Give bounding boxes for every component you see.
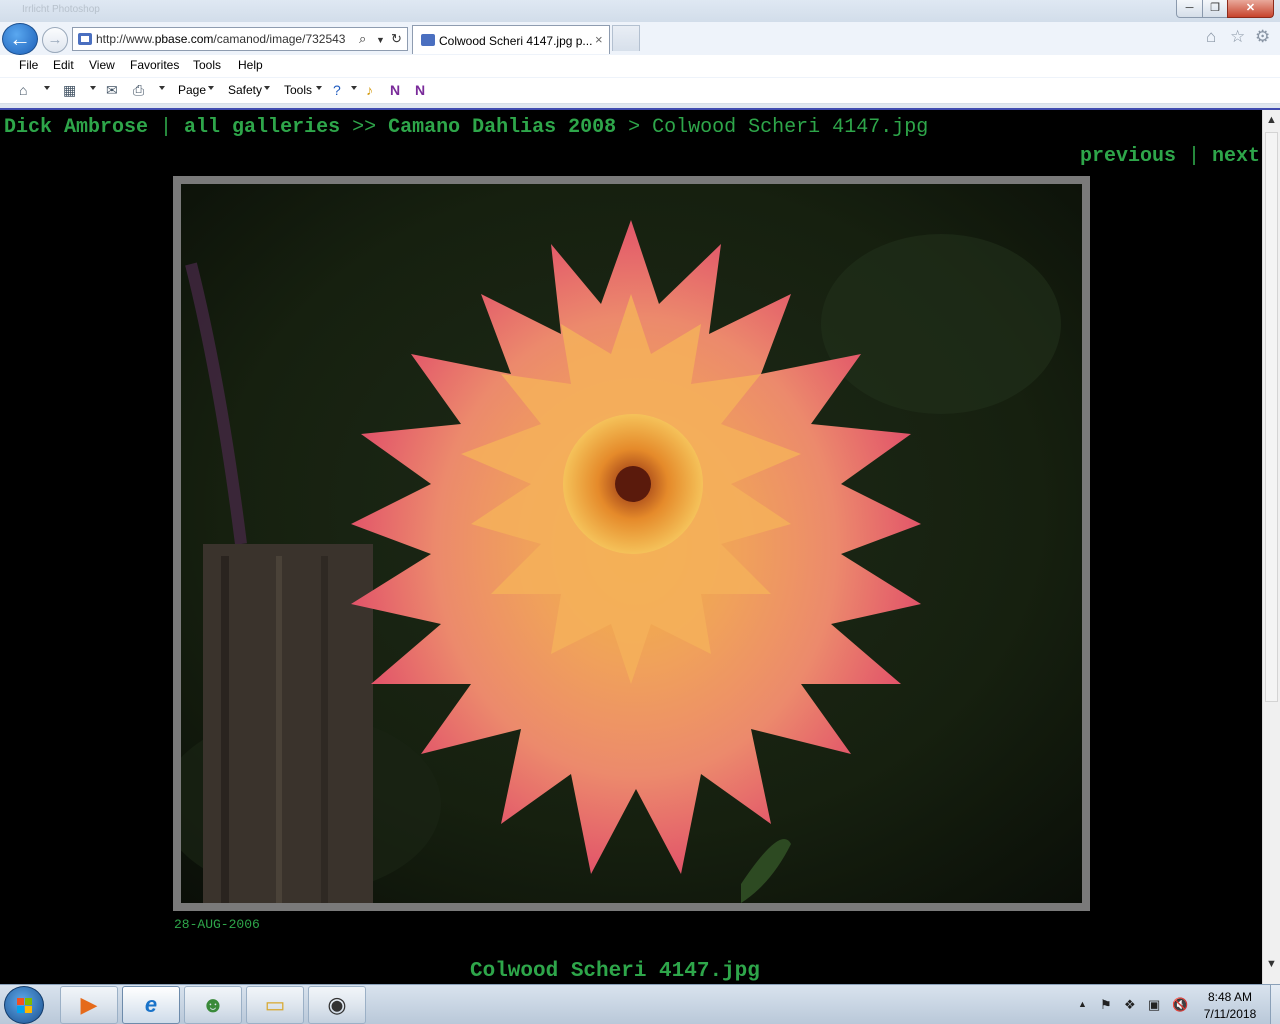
print-icon[interactable]: ⎙ [133,82,144,98]
file-explorer-icon[interactable]: ▭ [246,986,304,1024]
start-button[interactable] [4,986,44,1024]
chevron-down-icon [316,86,322,90]
page-menu[interactable]: Page [178,83,206,97]
onenote-icon[interactable]: N [390,82,400,98]
window-title-ghost: Irrlicht Photoshop [22,4,100,15]
clock-time[interactable]: 8:48 AM [1200,990,1260,1004]
addon-icon[interactable]: ♪ [366,82,373,98]
breadcrumb-owner-link[interactable]: Dick Ambrose [4,116,148,139]
nav-separator: | [1176,145,1213,168]
menu-file[interactable]: File [19,58,38,72]
breadcrumb-current: Colwood Scheri 4147.jpg [652,116,929,139]
scroll-down-icon[interactable]: ▼ [1266,958,1277,970]
chevron-down-icon[interactable] [90,86,96,90]
vertical-scrollbar[interactable]: ▲ ▼ [1262,110,1280,984]
web-page: Dick Ambrose | all galleries >> Camano D… [0,110,1262,984]
new-tab-button[interactable] [612,25,640,51]
safety-menu[interactable]: Safety [228,83,262,97]
url-path: /camanod/image/732543 [213,32,346,46]
show-desktop-button[interactable] [1270,985,1280,1024]
forward-button[interactable]: → [42,27,68,53]
photo-frame [173,176,1090,911]
onenote-linked-icon[interactable]: N [415,82,425,98]
url-prefix: http://www. [96,32,155,46]
volume-muted-icon[interactable]: 🔇 [1172,997,1188,1013]
dahlia-photo[interactable] [181,184,1082,903]
scroll-up-icon[interactable]: ▲ [1266,114,1277,126]
back-button[interactable]: ← [2,23,38,55]
next-link[interactable]: next [1212,145,1260,168]
breadcrumb-separator: > [616,116,653,139]
internet-explorer-icon[interactable]: e [122,986,180,1024]
tab-title: Colwood Scheri 4147.jpg p... [439,34,593,48]
title-bar: Irrlicht Photoshop ─ ❐ ✕ [0,0,1280,22]
close-button[interactable]: ✕ [1227,0,1274,18]
show-hidden-icons-icon[interactable]: ▲ [1078,999,1087,1009]
menu-bar: File Edit View Favorites Tools Help [0,55,1280,77]
home-icon[interactable]: ⌂ [1206,27,1216,47]
menu-edit[interactable]: Edit [53,58,74,72]
breadcrumb-gallery-link[interactable]: Camano Dahlias 2008 [388,116,616,139]
breadcrumb: Dick Ambrose | all galleries >> Camano D… [4,116,928,139]
maximize-button[interactable]: ❐ [1202,0,1228,18]
chevron-down-icon [264,86,270,90]
refresh-icon[interactable]: ↻ [391,31,402,47]
dropbox-icon[interactable]: ❖ [1124,997,1136,1013]
favorites-star-icon[interactable]: ☆ [1230,27,1245,47]
settings-gear-icon[interactable]: ⚙ [1255,27,1270,47]
menu-tools[interactable]: Tools [193,58,221,72]
help-icon[interactable]: ? [333,82,341,98]
network-icon[interactable]: ▣ [1148,997,1160,1013]
media-player-icon[interactable]: ▶ [60,986,118,1024]
clock-date[interactable]: 7/11/2018 [1196,1007,1264,1021]
browser-chrome: Irrlicht Photoshop ─ ❐ ✕ ← → http://www.… [0,0,1280,110]
taskbar: ▶ e ☻ ▭ ◉ ▲ ⚑ ❖ ▣ 🔇 8:48 AM 7/11/2018 [0,984,1280,1024]
chevron-down-icon [208,86,214,90]
breadcrumb-all-galleries-link[interactable]: all galleries [184,116,340,139]
action-center-flag-icon[interactable]: ⚑ [1100,997,1112,1013]
navigation-row: ← → http://www.pbase.com/camanod/image/7… [0,22,1280,55]
menu-view[interactable]: View [89,58,115,72]
menu-favorites[interactable]: Favorites [130,58,179,72]
tab-favicon-icon [421,34,435,46]
home-icon[interactable]: ⌂ [19,82,27,98]
photo-date: 28-AUG-2006 [174,917,260,932]
address-bar[interactable]: http://www.pbase.com/camanod/image/73254… [72,27,408,51]
dropdown-icon[interactable]: ▼ [376,35,385,45]
forward-arrow-icon: → [47,31,63,48]
search-icon[interactable]: ⌕ [359,31,366,47]
windows-logo-icon [17,998,33,1014]
chevron-down-icon[interactable] [159,86,165,90]
photo-viewer-icon[interactable]: ◉ [308,986,366,1024]
scrollbar-thumb[interactable] [1265,132,1278,702]
breadcrumb-separator: >> [340,116,389,139]
mail-icon[interactable]: ✉ [106,82,118,98]
back-arrow-icon: ← [9,26,31,51]
users-icon[interactable]: ☻ [184,986,242,1024]
chevron-down-icon[interactable] [44,86,50,90]
previous-link[interactable]: previous [1080,145,1176,168]
address-url[interactable]: http://www.pbase.com/camanod/image/73254… [96,32,358,46]
minimize-button[interactable]: ─ [1176,0,1203,18]
site-favicon-icon [78,33,92,45]
feeds-icon[interactable]: ▦ [63,82,76,98]
image-navigation: previous | next [1080,145,1260,168]
command-bar: ⌂ ▦ ✉ ⎙ Page Safety Tools ? ♪ N N [0,78,1280,104]
chevron-down-icon[interactable] [351,86,357,90]
tools-menu[interactable]: Tools [284,83,312,97]
breadcrumb-separator: | [148,116,185,139]
menu-help[interactable]: Help [238,58,263,72]
tab-close-icon[interactable]: × [595,32,603,47]
photo-caption: Colwood Scheri 4147.jpg [470,960,760,983]
tab-active[interactable]: Colwood Scheri 4147.jpg p... × [412,25,610,54]
url-domain: pbase.com [154,32,214,46]
